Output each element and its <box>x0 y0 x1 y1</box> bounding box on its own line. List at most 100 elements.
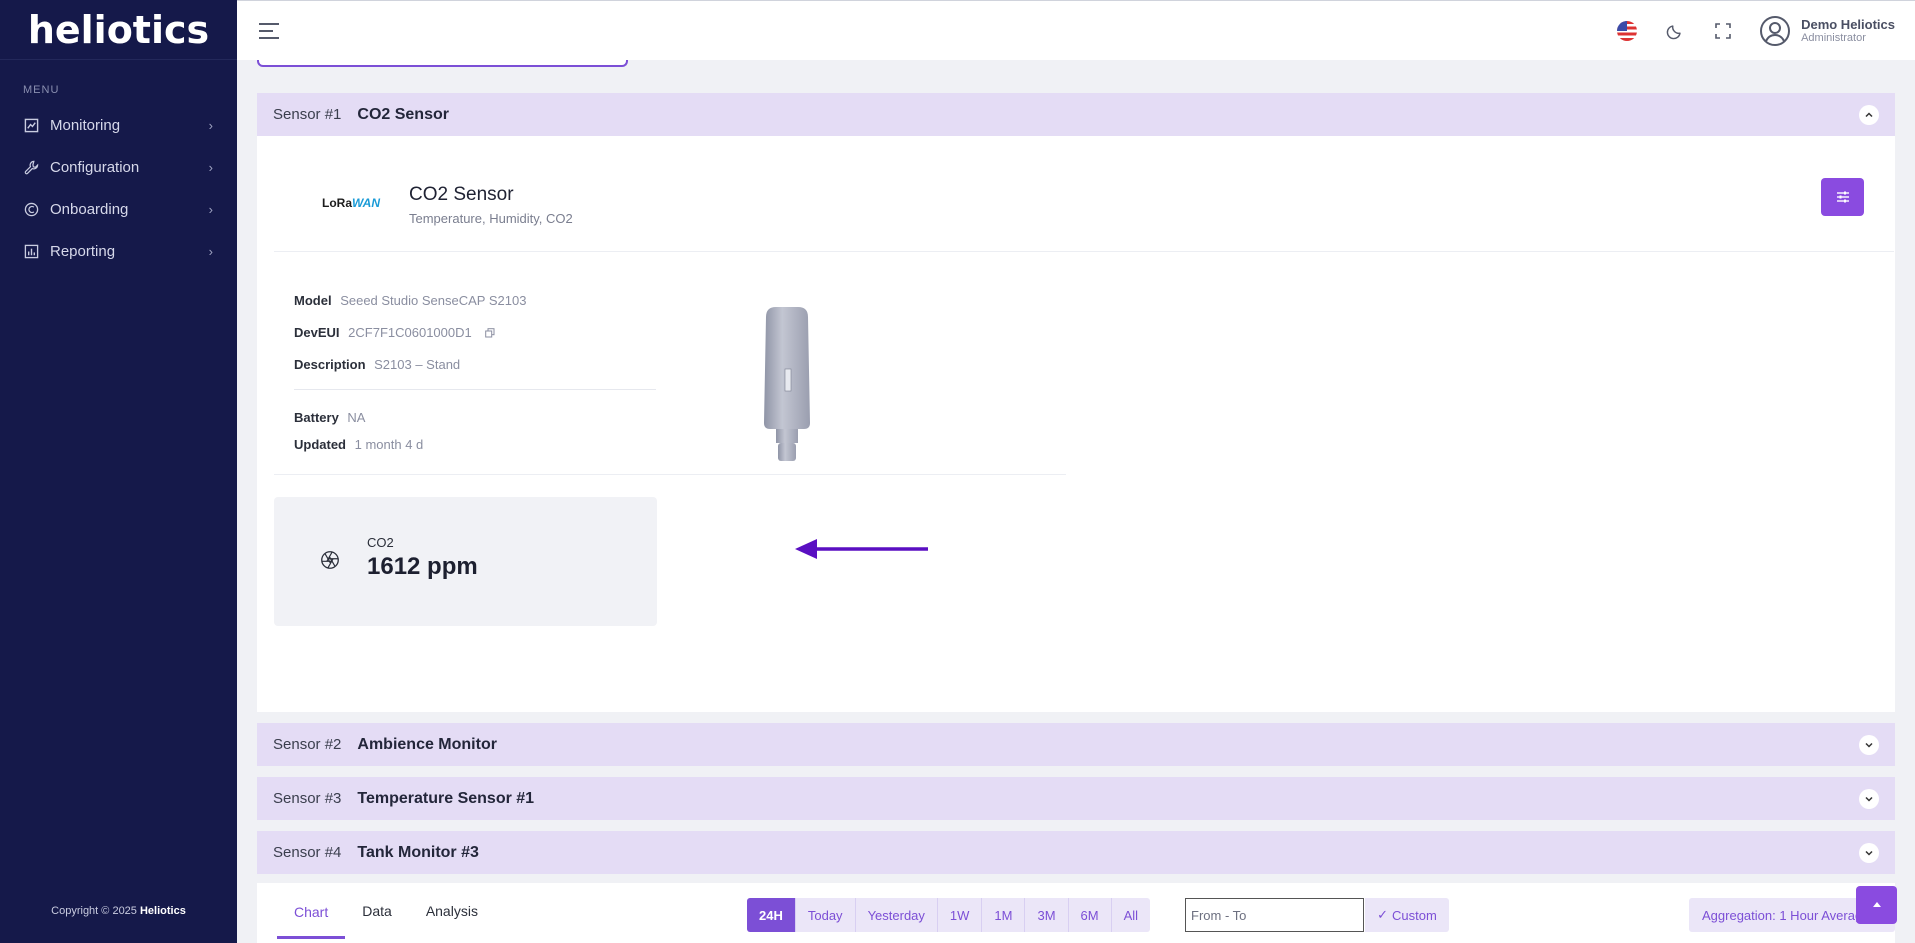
sidebar: heliotics MENU Monitoring › Configuratio… <box>0 0 237 943</box>
copyright-brand[interactable]: Heliotics <box>140 905 186 917</box>
range-yesterday-button[interactable]: Yesterday <box>856 898 938 932</box>
user-role: Administrator <box>1801 31 1866 44</box>
range-all-button[interactable]: All <box>1112 898 1150 932</box>
chart-line-icon <box>23 117 39 133</box>
copyright-text: Copyright © 2025 <box>51 905 140 917</box>
sidebar-item-label: Configuration <box>50 158 140 176</box>
chevron-down-icon[interactable] <box>1859 734 1879 755</box>
battery-label: Battery <box>294 410 339 425</box>
annotation-arrow <box>795 539 928 559</box>
menu-title: MENU <box>23 84 60 96</box>
tab-chart[interactable]: Chart <box>277 887 346 939</box>
sidebar-item-monitoring[interactable]: Monitoring › <box>0 104 237 146</box>
chart-controls-bar: Chart Data Analysis 24H Today Yesterday … <box>257 883 1895 943</box>
battery-value: NA <box>347 410 366 425</box>
sensor-accordion-body-1: LoRaWAN CO2 Sensor Temperature, Humidity… <box>257 136 1895 712</box>
chevron-right-icon: › <box>208 201 213 217</box>
sensor-number: Sensor #4 <box>273 844 342 861</box>
user-avatar-icon <box>1760 15 1791 46</box>
sidebar-item-label: Onboarding <box>50 200 129 218</box>
wrench-icon <box>23 159 39 175</box>
range-6m-button[interactable]: 6M <box>1069 898 1112 932</box>
lorawan-logo-part: WAN <box>352 196 380 210</box>
lorawan-logo-part: LoRa <box>322 196 352 210</box>
sensor-details-card: Model Seeed Studio SenseCAP S2103 DevEUI… <box>274 253 1066 475</box>
logo[interactable]: heliotics <box>0 0 237 60</box>
sensor-accordion-header-2[interactable]: Sensor #2 Ambience Monitor <box>257 723 1895 766</box>
custom-range-button[interactable]: ✓ Custom <box>1365 898 1449 932</box>
sensor-detail-subtitle: Temperature, Humidity, CO2 <box>409 211 573 226</box>
model-label: Model <box>294 293 332 308</box>
time-range-group: 24H Today Yesterday 1W 1M 3M 6M All <box>747 898 1151 932</box>
main-content: Sensor #1 CO2 Sensor LoRaWAN CO2 Sensor … <box>237 60 1915 943</box>
scroll-to-top-button[interactable] <box>1856 886 1897 924</box>
fullscreen-icon <box>1715 22 1731 39</box>
model-row: Model Seeed Studio SenseCAP S2103 <box>294 293 526 308</box>
topbar: Demo Heliotics Administrator <box>237 0 1915 60</box>
check-icon: ✓ <box>1377 907 1389 922</box>
sensor-header-card: LoRaWAN CO2 Sensor Temperature, Humidity… <box>274 150 1894 252</box>
onboarding-icon <box>23 201 39 217</box>
user-menu[interactable]: Demo Heliotics Administrator <box>1747 15 1915 47</box>
language-selector[interactable] <box>1603 1 1651 61</box>
logo-text: heliotics <box>27 7 210 52</box>
chevron-down-icon[interactable] <box>1859 788 1879 809</box>
sensor-title: Tank Monitor #3 <box>357 843 479 861</box>
arrow-up-icon <box>1872 902 1881 907</box>
deveui-value: 2CF7F1C0601000D1 <box>348 325 472 340</box>
details-divider <box>294 389 656 390</box>
updated-value: 1 month 4 d <box>354 437 424 452</box>
topbar-actions: Demo Heliotics Administrator <box>1603 1 1915 60</box>
chart-tabs: Chart Data Analysis <box>277 883 495 943</box>
updated-label: Updated <box>294 437 346 452</box>
chevron-up-icon[interactable] <box>1859 104 1879 125</box>
sliders-icon <box>1836 191 1849 203</box>
reading-value: 1612 ppm <box>367 553 478 580</box>
sensor-settings-button[interactable] <box>1821 178 1864 216</box>
sensor-detail-title: CO2 Sensor <box>409 184 514 205</box>
sidebar-item-label: Monitoring <box>50 116 121 134</box>
aperture-icon <box>321 551 339 569</box>
range-1m-button[interactable]: 1M <box>982 898 1026 932</box>
previous-card-edge <box>257 60 628 67</box>
copyright: Copyright © 2025 Heliotics <box>0 905 237 917</box>
chevron-right-icon: › <box>208 117 213 133</box>
lorawan-logo: LoRaWAN <box>322 196 380 210</box>
description-value: S2103 – Stand <box>374 357 461 372</box>
hamburger-menu-icon[interactable] <box>259 22 279 39</box>
chevron-right-icon: › <box>208 243 213 259</box>
chevron-down-icon[interactable] <box>1859 842 1879 863</box>
chevron-right-icon: › <box>208 159 213 175</box>
sidebar-item-onboarding[interactable]: Onboarding › <box>0 188 237 230</box>
moon-icon <box>1666 24 1681 39</box>
fullscreen-button[interactable] <box>1699 1 1747 61</box>
date-range-input[interactable]: From - To <box>1185 898 1364 932</box>
sensor-title: CO2 Sensor <box>357 105 449 123</box>
tab-data[interactable]: Data <box>345 883 409 939</box>
deveui-row: DevEUI 2CF7F1C0601000D1 <box>294 325 495 341</box>
range-1w-button[interactable]: 1W <box>938 898 983 932</box>
tab-analysis[interactable]: Analysis <box>409 883 495 939</box>
sidebar-item-reporting[interactable]: Reporting › <box>0 230 237 272</box>
range-24h-button[interactable]: 24H <box>747 898 796 932</box>
description-row: Description S2103 – Stand <box>294 357 460 372</box>
sidebar-item-label: Reporting <box>50 242 116 260</box>
copy-icon[interactable] <box>485 326 495 341</box>
deveui-label: DevEUI <box>294 325 340 340</box>
model-value: Seeed Studio SenseCAP S2103 <box>340 293 527 308</box>
sensor-accordion-header-1[interactable]: Sensor #1 CO2 Sensor <box>257 93 1895 136</box>
sensor-title: Ambience Monitor <box>357 735 497 753</box>
range-today-button[interactable]: Today <box>796 898 856 932</box>
sensor-number: Sensor #2 <box>273 736 342 753</box>
custom-label: Custom <box>1392 907 1437 923</box>
dark-mode-toggle[interactable] <box>1651 1 1699 61</box>
co2-reading-card: CO2 1612 ppm <box>274 497 657 626</box>
reading-label: CO2 <box>367 535 394 550</box>
sensor-accordion-header-4[interactable]: Sensor #4 Tank Monitor #3 <box>257 831 1895 874</box>
sensor-number: Sensor #3 <box>273 790 342 807</box>
battery-row: Battery NA <box>294 410 365 425</box>
sensor-accordion-header-3[interactable]: Sensor #3 Temperature Sensor #1 <box>257 777 1895 820</box>
sidebar-item-configuration[interactable]: Configuration › <box>0 146 237 188</box>
sensor-number: Sensor #1 <box>273 106 342 123</box>
range-3m-button[interactable]: 3M <box>1025 898 1069 932</box>
